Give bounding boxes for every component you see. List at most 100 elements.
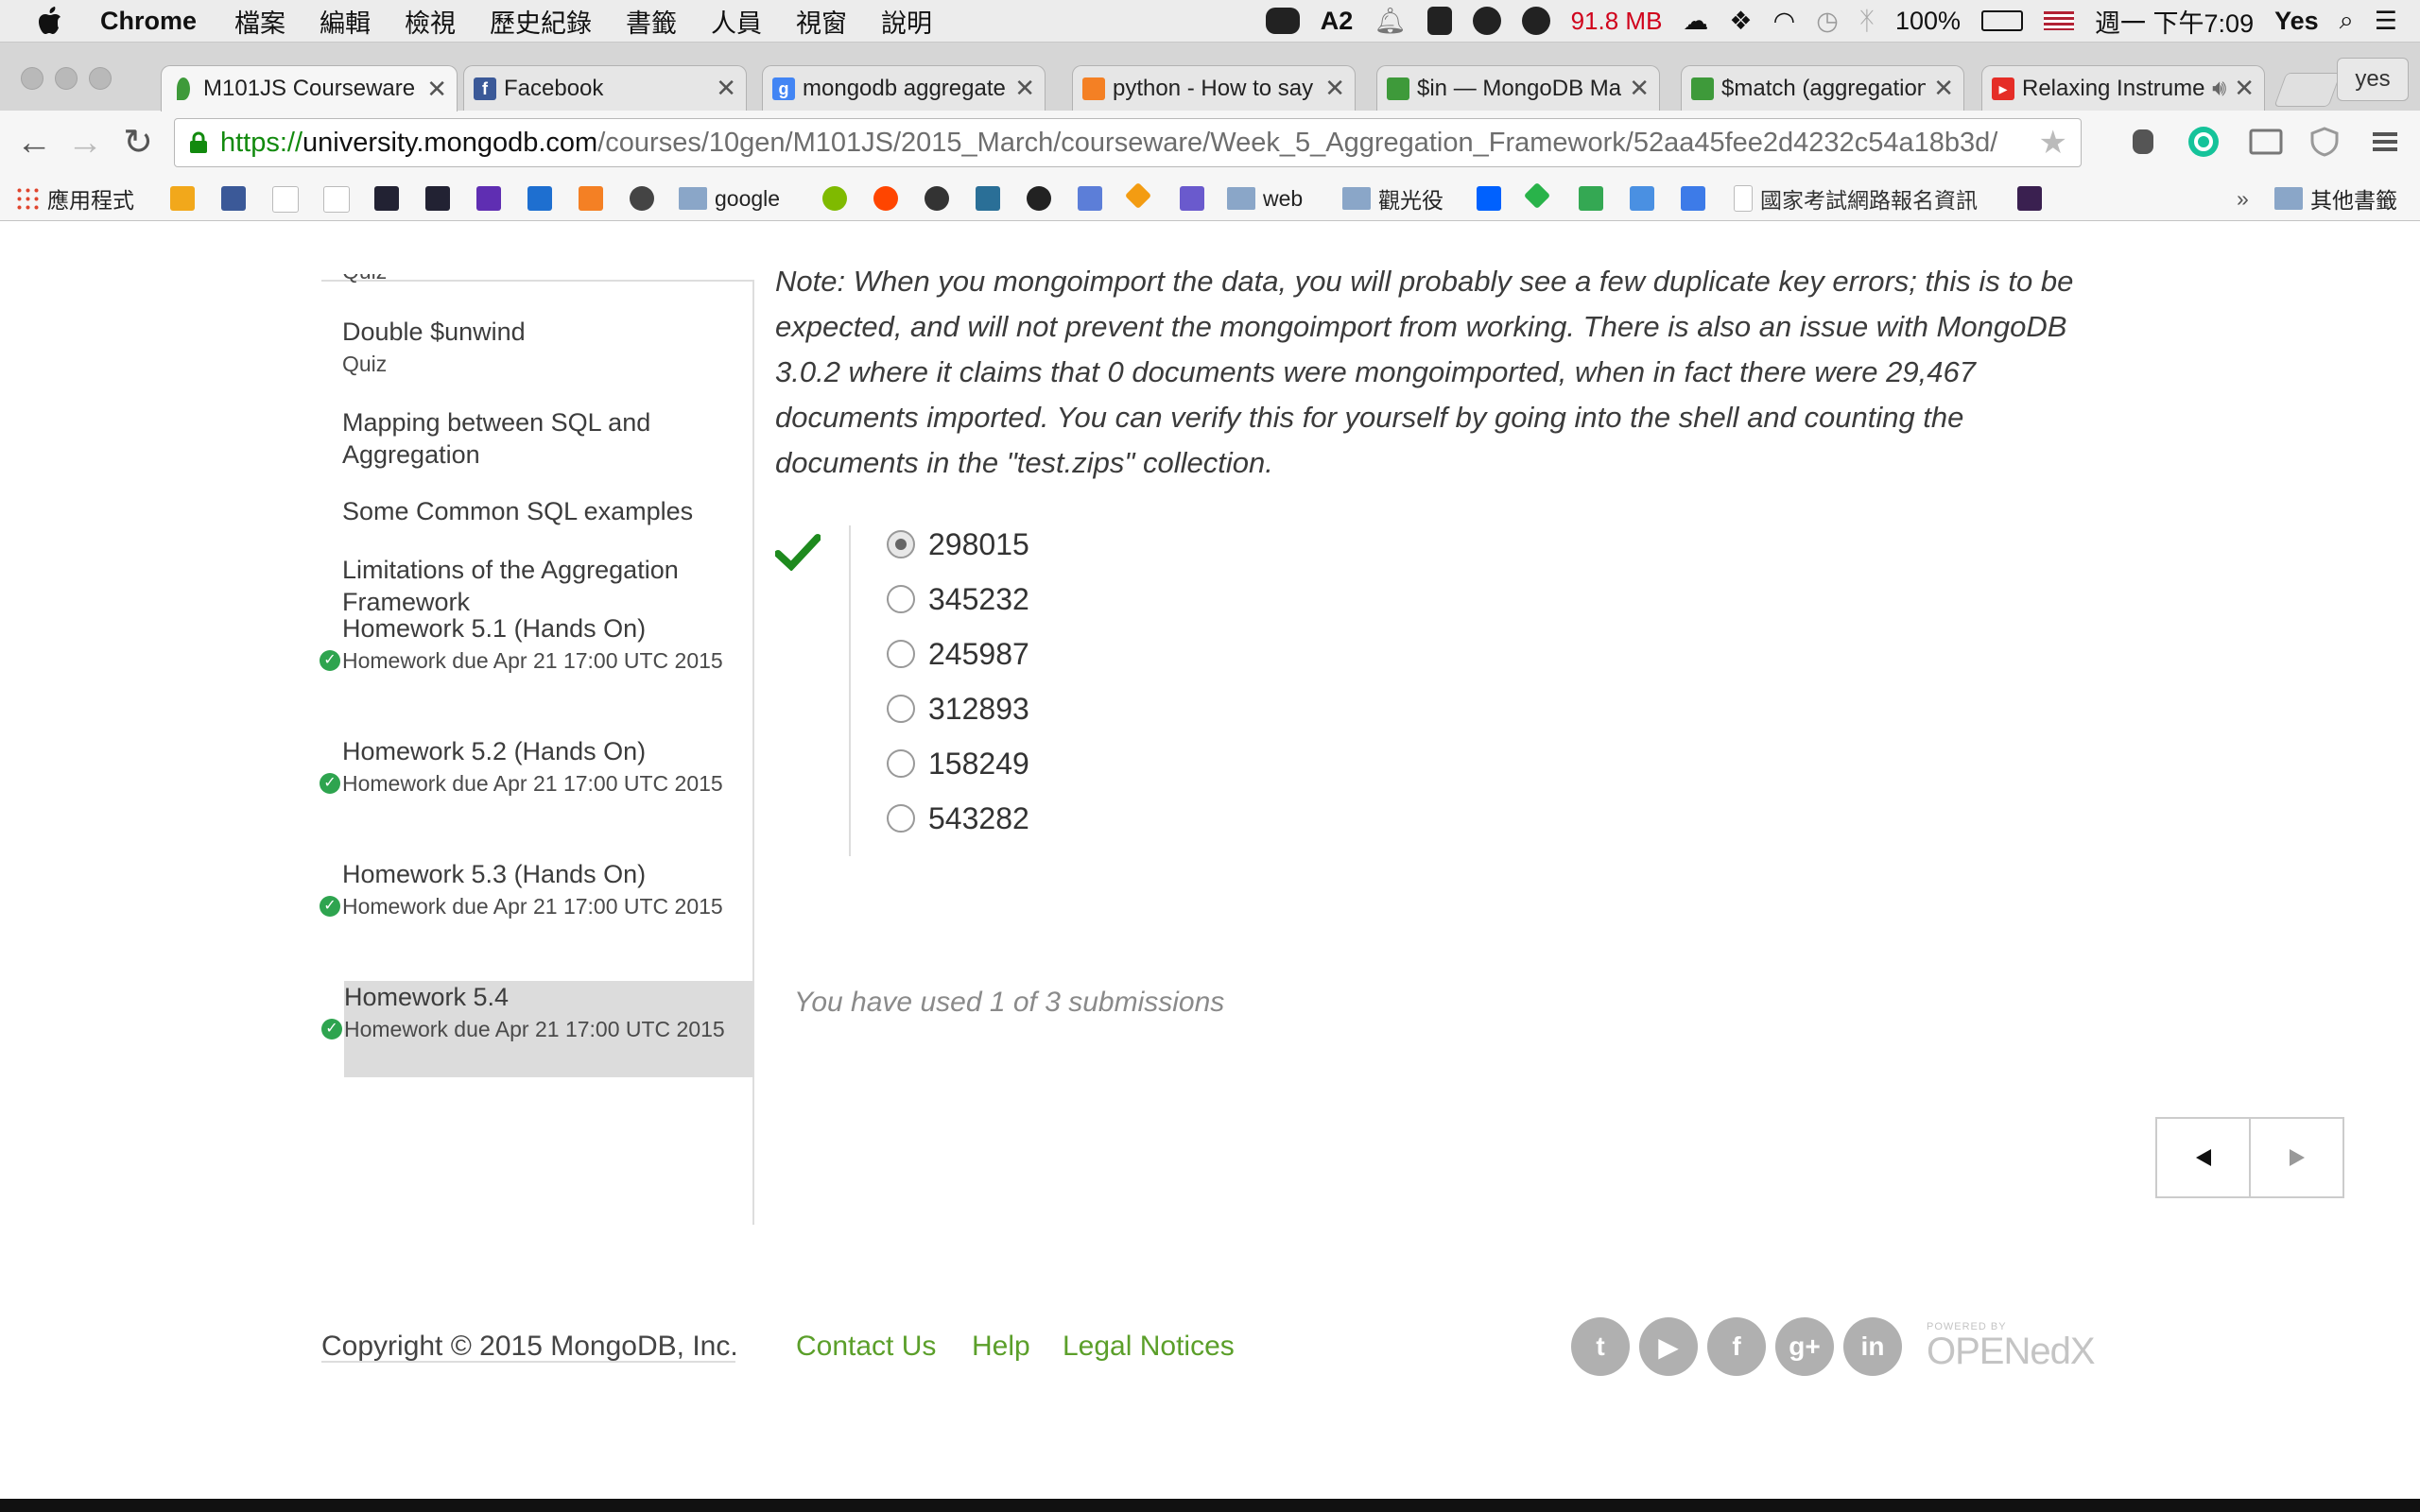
page-icon[interactable] (323, 186, 350, 213)
battery-icon[interactable] (1981, 10, 2024, 31)
menu-help[interactable]: 說明 (881, 3, 932, 40)
previous-button[interactable] (2157, 1119, 2249, 1196)
chart-bookmark-icon[interactable] (976, 186, 1000, 211)
image-bookmark-icon[interactable] (425, 186, 450, 211)
close-icon[interactable]: ✕ (2234, 74, 2255, 103)
close-icon[interactable]: ✕ (426, 75, 447, 104)
choice-option-4[interactable]: 312893 (887, 690, 1029, 728)
menu-file[interactable]: 檔案 (234, 3, 285, 40)
bookmark-blue-icon[interactable] (527, 186, 552, 211)
close-icon[interactable]: ✕ (1014, 74, 1035, 103)
choice-option-6[interactable]: 543282 (887, 799, 1029, 837)
image-bookmark-icon[interactable] (374, 186, 399, 211)
stackoverflow-icon[interactable] (579, 186, 603, 211)
help-link[interactable]: Help (972, 1331, 1030, 1363)
forward-arrow-icon[interactable]: → (66, 124, 104, 162)
radio-button[interactable] (887, 585, 915, 613)
choice-option-2[interactable]: 345232 (887, 580, 1029, 618)
github-icon[interactable] (1027, 186, 1051, 211)
cast-icon[interactable] (2248, 126, 2283, 158)
tripadvisor-icon[interactable] (822, 186, 847, 211)
app-menu-chrome[interactable]: Chrome (100, 7, 197, 36)
bookmark-folder-google[interactable]: google (679, 184, 780, 213)
facebook-icon[interactable] (221, 186, 246, 211)
amazon-box-icon[interactable] (170, 186, 195, 211)
radio-button[interactable] (887, 695, 915, 723)
adobe-icon[interactable]: A2 (1321, 7, 1354, 36)
next-button[interactable] (2249, 1119, 2342, 1196)
reddit-icon[interactable] (873, 186, 898, 211)
window-zoom-button[interactable] (89, 67, 112, 90)
tab-m101js-courseware[interactable]: M101JS Courseware ✕ (161, 65, 458, 112)
menu-people[interactable]: 人員 (711, 3, 762, 40)
choice-option-5[interactable]: 158249 (887, 745, 1029, 782)
bookmark-star-icon[interactable]: ★ (2039, 124, 2067, 162)
legal-notices-link[interactable]: Legal Notices (1063, 1331, 1235, 1363)
window-close-button[interactable] (21, 67, 43, 90)
new-tab-button[interactable] (2273, 73, 2342, 107)
facebook-icon[interactable]: f (1707, 1317, 1766, 1376)
close-icon[interactable]: ✕ (1933, 74, 1954, 103)
tab-python-how-to-say[interactable]: python - How to say ✕ (1072, 65, 1356, 111)
tab-in-mongodb-manual[interactable]: $in — MongoDB Ma ✕ (1376, 65, 1660, 111)
radio-button[interactable] (887, 804, 915, 833)
close-icon[interactable]: ✕ (1629, 74, 1650, 103)
grammarly-extension-icon[interactable] (2187, 126, 2220, 158)
tab-facebook[interactable]: f Facebook ✕ (463, 65, 747, 111)
yt-mp3-icon[interactable] (1078, 186, 1102, 211)
dark-bookmark-icon[interactable] (2017, 186, 2042, 211)
sidebar-item-homework-5-1[interactable]: Homework 5.1 (Hands On) ✓ Homework due A… (320, 612, 743, 677)
bookmark-folder-other[interactable]: 其他書籤 (2274, 184, 2397, 213)
user-name[interactable]: Yes (2274, 7, 2319, 36)
google-play-icon[interactable] (1579, 186, 1603, 211)
tab-match-aggregation[interactable]: $match (aggregation ✕ (1681, 65, 1964, 111)
dropbox-icon[interactable]: ❖ (1729, 7, 1752, 36)
chrome-menu-icon[interactable] (2369, 126, 2401, 158)
az-icon[interactable] (1180, 186, 1204, 211)
line-icon[interactable] (1265, 8, 1300, 34)
choice-option-3[interactable]: 245987 (887, 635, 1029, 673)
address-bar[interactable]: https://university.mongodb.com/courses/1… (174, 118, 2082, 167)
menu-window[interactable]: 視窗 (796, 3, 847, 40)
reload-icon[interactable]: ↻ (119, 124, 157, 162)
wifi-icon[interactable]: ◠ (1773, 7, 1796, 36)
evernote-extension-icon[interactable] (2127, 126, 2159, 158)
radio-button[interactable] (887, 640, 915, 668)
time-machine-icon[interactable]: ◷ (1816, 7, 1839, 36)
sidebar-item-sql-mapping[interactable]: Mapping between SQL and Aggregation (342, 406, 743, 471)
yahoo-icon[interactable] (476, 186, 501, 211)
notification-center-icon[interactable]: ☰ (2375, 7, 2397, 36)
sidebar-item-cut-off[interactable]: Quiz (342, 274, 743, 287)
menu-view[interactable]: 檢視 (405, 3, 456, 40)
eight-bookmark-icon[interactable] (1681, 186, 1705, 211)
window-minimize-button[interactable] (55, 67, 78, 90)
close-icon[interactable]: ✕ (1324, 74, 1345, 103)
menu-bookmarks[interactable]: 書籤 (626, 3, 677, 40)
apple-menu-icon[interactable] (38, 7, 62, 35)
twitter-icon[interactable]: t (1571, 1317, 1630, 1376)
bomb-icon[interactable] (925, 186, 949, 211)
linkedin-icon[interactable]: in (1843, 1317, 1902, 1376)
openedx-logo[interactable]: POWERED BY OPENedX (1927, 1321, 2096, 1370)
spotlight-search-icon[interactable]: ⌕ (2340, 6, 2354, 36)
menu-history[interactable]: 歷史紀錄 (490, 3, 592, 40)
sidebar-item-common-sql[interactable]: Some Common SQL examples (342, 495, 743, 527)
tab-relaxing-instrumental[interactable]: ▸ Relaxing Instrume 🔊︎ ✕ (1981, 65, 2265, 111)
bookmark-folder-web[interactable]: web (1227, 184, 1303, 213)
clock[interactable]: 週一 下午7:09 (2095, 3, 2254, 40)
bluetooth-icon[interactable]: ᛡ (1859, 7, 1875, 36)
close-icon[interactable]: ✕ (716, 74, 736, 103)
activity-monitor-icon[interactable] (1521, 7, 1550, 35)
sidebar-item-homework-5-3[interactable]: Homework 5.3 (Hands On) ✓ Homework due A… (320, 858, 743, 922)
page-icon[interactable] (272, 186, 299, 213)
bell-icon[interactable]: 🔔︎ (1374, 6, 1406, 36)
us-flag-icon[interactable] (2044, 11, 2075, 30)
choice-option-1[interactable]: 298015 (887, 525, 1029, 563)
cloud-icon[interactable]: ☁ (1683, 7, 1708, 36)
tab-mongodb-aggregate[interactable]: g mongodb aggregate ✕ (762, 65, 1046, 111)
bookmark-folder-guanguang[interactable]: 觀光役 (1342, 184, 1443, 213)
sidebar-item-homework-5-4[interactable]: Homework 5.4 ✓ Homework due Apr 21 17:00… (321, 981, 754, 1077)
sidebar-item-limitations[interactable]: Limitations of the Aggregation Framework (342, 554, 743, 618)
bear-icon[interactable] (630, 186, 654, 211)
sidebar-item-homework-5-2[interactable]: Homework 5.2 (Hands On) ✓ Homework due A… (320, 735, 743, 799)
